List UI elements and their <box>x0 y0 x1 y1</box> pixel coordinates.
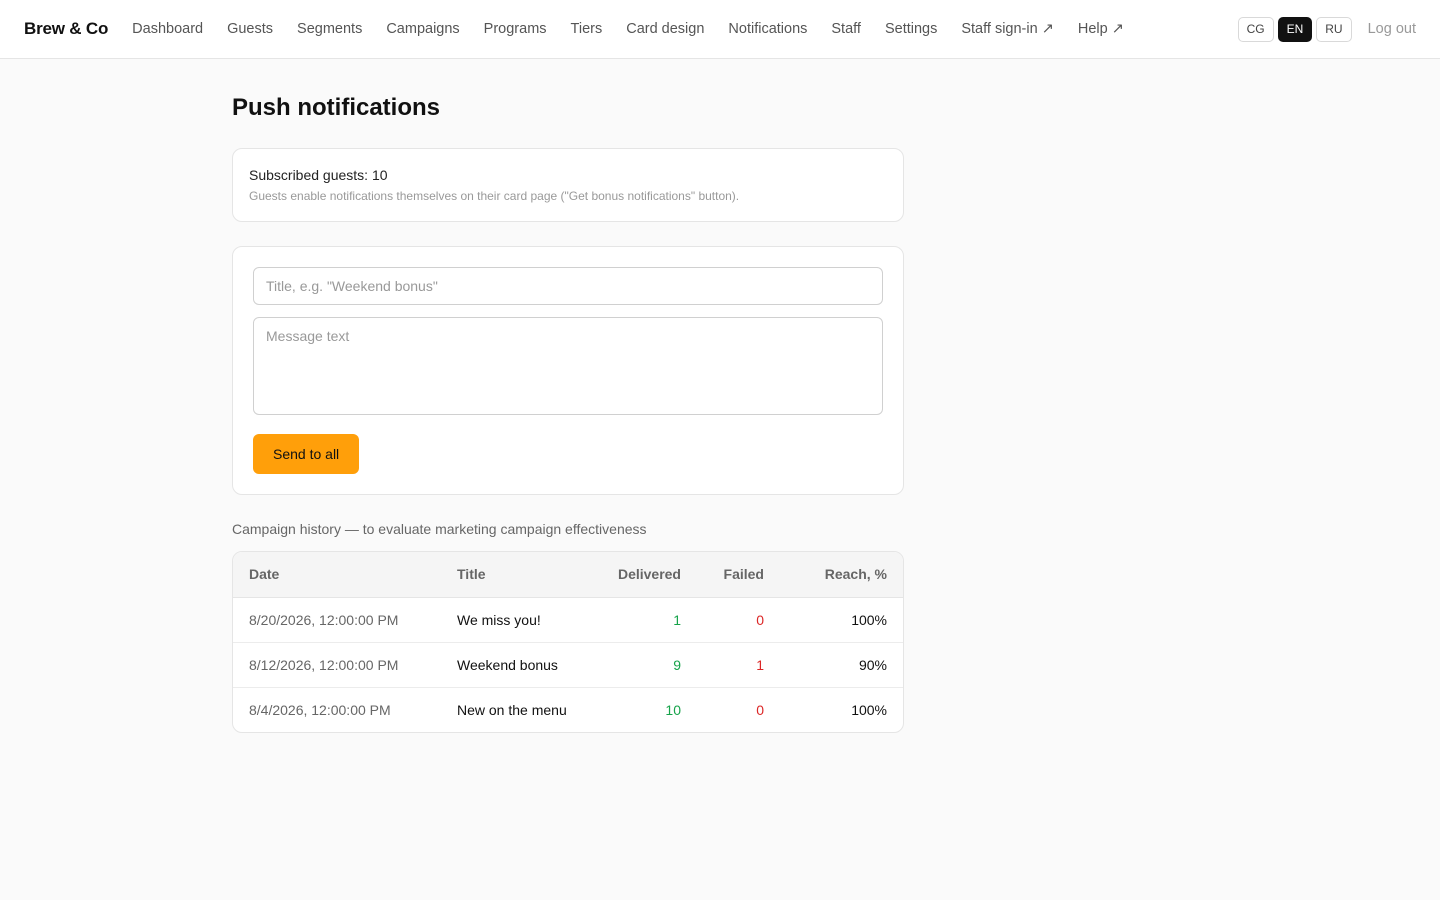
nav-item-card-design[interactable]: Card design <box>626 21 704 37</box>
language-button-cg[interactable]: CG <box>1237 16 1274 42</box>
subscription-hint: Guests enable notifications themselves o… <box>249 189 740 203</box>
column-header-date: Date <box>233 552 441 598</box>
table-row: 8/12/2026, 12:00:00 PM Weekend bonus 9 1… <box>233 642 903 688</box>
main-nav: Dashboard Guests Segments Campaigns Prog… <box>132 21 1148 37</box>
campaign-history-table-card: Date Title Delivered Failed Reach, % 8/2… <box>232 551 904 733</box>
nav-item-segments[interactable]: Segments <box>297 21 362 37</box>
page-title: Push notifications <box>232 94 441 121</box>
nav-item-staff[interactable]: Staff <box>831 21 861 37</box>
cell-date: 8/20/2026, 12:00:00 PM <box>233 597 441 643</box>
cell-date: 8/4/2026, 12:00:00 PM <box>249 701 391 718</box>
nav-item-campaigns[interactable]: Campaigns <box>386 21 459 37</box>
column-header-title: Title <box>441 552 593 598</box>
top-navigation-bar: Brew & Co Dashboard Guests Segments Camp… <box>0 0 1440 59</box>
cell-failed: 1 <box>697 642 780 688</box>
column-header-delivered: Delivered <box>593 552 697 598</box>
column-header-failed: Failed <box>697 552 780 598</box>
nav-item-help[interactable]: Help ↗ <box>1078 21 1124 37</box>
cell-title: New on the menu <box>457 701 567 718</box>
campaign-history-caption: Campaign history — to evaluate marketing… <box>232 521 647 537</box>
language-button-ru[interactable]: RU <box>1316 16 1352 42</box>
send-to-all-button[interactable]: Send to all <box>253 434 360 474</box>
cell-reach: 90% <box>780 642 903 688</box>
campaign-history-table: Date Title Delivered Failed Reach, % 8/2… <box>233 552 903 732</box>
header-right-controls: CG EN RU Log out <box>1234 0 1416 58</box>
column-header-reach: Reach, % <box>780 552 903 598</box>
cell-delivered: 1 <box>593 597 697 643</box>
main-content: Push notifications Subscribed guests: 10… <box>232 59 904 733</box>
cell-title: Weekend bonus <box>441 642 593 688</box>
cell-failed: 0 <box>697 597 780 643</box>
nav-item-programs[interactable]: Programs <box>484 21 547 37</box>
nav-item-dashboard[interactable]: Dashboard <box>132 21 203 37</box>
notification-title-input[interactable] <box>253 267 883 305</box>
table-header-row: Date Title Delivered Failed Reach, % <box>233 552 903 598</box>
cell-reach: 100% <box>780 597 903 643</box>
cell-date: 8/12/2026, 12:00:00 PM <box>233 642 441 688</box>
notification-message-textarea[interactable] <box>253 317 883 415</box>
notification-form-card: Send to all <box>232 246 904 495</box>
cell-reach: 100% <box>851 701 887 718</box>
subscription-info-card: Subscribed guests: 10 Guests enable noti… <box>232 148 904 222</box>
nav-item-notifications[interactable]: Notifications <box>728 21 807 37</box>
nav-item-settings[interactable]: Settings <box>885 21 937 37</box>
cell-delivered: 9 <box>593 642 697 688</box>
cell-delivered: 10 <box>665 701 681 718</box>
nav-item-tiers[interactable]: Tiers <box>571 21 603 37</box>
cell-failed: 0 <box>756 701 764 718</box>
table-row: 8/4/2026, 12:00:00 PM New on the menu 10… <box>233 687 903 732</box>
subscribed-guests-count: Subscribed guests: 10 <box>249 167 388 183</box>
table-row: 8/20/2026, 12:00:00 PM We miss you! 1 0 … <box>233 597 903 643</box>
nav-item-staff-sign-in[interactable]: Staff sign-in ↗ <box>961 21 1053 37</box>
logout-link[interactable]: Log out <box>1368 21 1416 37</box>
language-button-en[interactable]: EN <box>1277 16 1313 42</box>
cell-title: We miss you! <box>441 597 593 643</box>
nav-item-guests[interactable]: Guests <box>227 21 273 37</box>
brand-logo[interactable]: Brew & Co <box>24 19 108 39</box>
